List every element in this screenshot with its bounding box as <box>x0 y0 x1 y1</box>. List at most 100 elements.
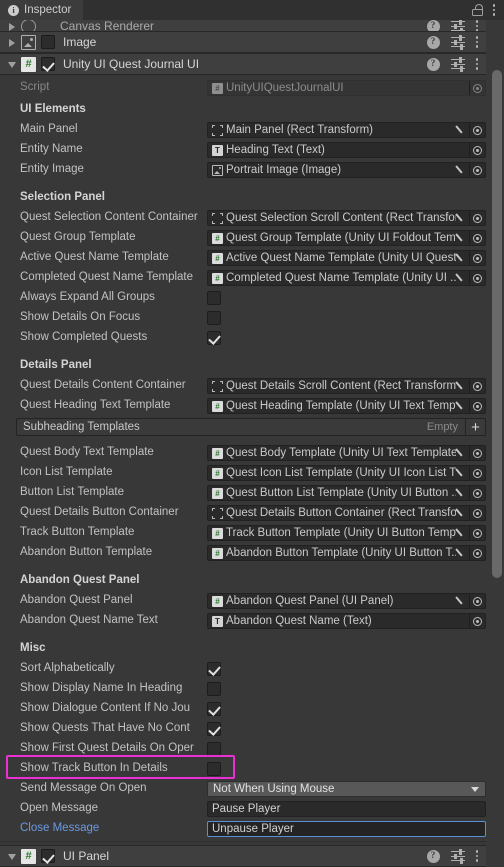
object-picker-icon[interactable] <box>469 546 485 560</box>
checkbox-show-quests-that-have-no-content[interactable] <box>207 722 221 736</box>
edit-pencil-icon[interactable] <box>456 164 468 176</box>
object-picker-icon[interactable] <box>469 399 485 413</box>
help-icon[interactable]: ? <box>426 849 440 863</box>
edit-pencil-icon[interactable] <box>456 124 468 136</box>
script-icon: # <box>212 272 223 284</box>
property-label: Show Display Name In Heading <box>20 682 183 694</box>
object-field-button-list-template[interactable]: # Quest Button List Template (Unity UI B… <box>207 485 486 501</box>
edit-pencil-icon[interactable] <box>456 400 468 412</box>
component-menu-icon[interactable] <box>475 58 478 70</box>
object-picker-icon[interactable] <box>469 466 485 480</box>
property-row-quest-body-text-template: Quest Body Text Template # Quest Body Te… <box>0 443 486 463</box>
dropdown-send-message-on-open[interactable]: Not When Using Mouse <box>207 781 486 797</box>
edit-pencil-icon[interactable] <box>456 212 468 224</box>
checkbox-show-track-button-in-details[interactable] <box>207 762 221 776</box>
object-field-quest-heading-text-template[interactable]: # Quest Heading Template (Unity UI Text … <box>207 398 486 414</box>
edit-pencil-icon[interactable] <box>456 380 468 392</box>
checkbox-show-first-quest-details-on-open[interactable] <box>207 742 221 756</box>
array-row-subheading-templates: Subheading Templates Empty + <box>0 416 486 438</box>
edit-pencil-icon[interactable] <box>456 507 468 519</box>
object-field-icon-list-template[interactable]: # Quest Icon List Template (Unity UI Ico… <box>207 465 486 481</box>
object-field-abandon-quest-name-text[interactable]: T Abandon Quest Name (Text) <box>207 613 486 629</box>
object-field-value: Heading Text (Text) <box>226 144 325 156</box>
object-picker-icon[interactable] <box>469 143 485 157</box>
foldout-arrow-icon[interactable] <box>6 850 19 863</box>
script-icon: # <box>212 595 223 607</box>
property-row-quest-details-button-container: Quest Details Button Container Quest Det… <box>0 503 486 523</box>
object-field-abandon-quest-panel[interactable]: # Abandon Quest Panel (UI Panel) <box>207 593 486 609</box>
object-picker-icon[interactable] <box>469 81 485 95</box>
object-picker-icon[interactable] <box>469 211 485 225</box>
edit-pencil-icon[interactable] <box>456 527 468 539</box>
object-field-quest-details-button-container[interactable]: Quest Details Button Container (Rect Tra… <box>207 505 486 521</box>
preset-icon[interactable] <box>450 35 465 50</box>
object-field-track-button-template[interactable]: # Track Button Template (Unity UI Button… <box>207 525 486 541</box>
component-header-unity-ui-quest-journal-ui[interactable]: # Unity UI Quest Journal UI ? <box>0 53 486 75</box>
edit-pencil-icon[interactable] <box>456 447 468 459</box>
object-field-active-quest-name-template[interactable]: # Active Quest Name Template (Unity UI Q… <box>207 250 486 266</box>
checkbox-show-display-name-in-heading[interactable] <box>207 682 221 696</box>
object-picker-icon[interactable] <box>469 379 485 393</box>
checkbox-sort-alphabetically[interactable] <box>207 662 221 676</box>
edit-pencil-icon[interactable] <box>456 595 468 607</box>
component-menu-icon[interactable] <box>475 36 478 48</box>
script-object-field[interactable]: # UnityUIQuestJournalUI <box>207 80 486 96</box>
text-input-close-message[interactable]: Unpause Player <box>207 821 486 837</box>
object-field-completed-quest-name-template[interactable]: # Completed Quest Name Template (Unity U… <box>207 270 486 286</box>
object-field-entity-name[interactable]: T Heading Text (Text) <box>207 142 486 158</box>
object-picker-icon[interactable] <box>469 446 485 460</box>
edit-pencil-icon[interactable] <box>456 547 468 559</box>
edit-pencil-icon[interactable] <box>456 232 468 244</box>
component-enabled-checkbox[interactable] <box>41 35 55 49</box>
tab-inspector[interactable]: i Inspector <box>0 0 84 20</box>
object-picker-icon[interactable] <box>469 231 485 245</box>
object-picker-icon[interactable] <box>469 486 485 500</box>
object-picker-icon[interactable] <box>469 614 485 628</box>
checkbox-show-completed-quests[interactable] <box>207 331 221 345</box>
checkbox-show-dialogue-content-if-no-journal[interactable] <box>207 702 221 716</box>
image-icon <box>212 164 223 176</box>
scroll-up-arrow-icon[interactable] <box>493 33 501 38</box>
preset-icon[interactable] <box>450 849 465 864</box>
object-field-value: Quest Body Template (Unity UI Text Templ… <box>226 447 456 459</box>
checkbox-always-expand-all-groups[interactable] <box>207 291 221 305</box>
help-icon[interactable]: ? <box>426 35 440 49</box>
object-picker-icon[interactable] <box>469 594 485 608</box>
property-label: Icon List Template <box>20 466 113 478</box>
array-foldout-subheading-templates[interactable]: Subheading Templates Empty + <box>16 418 486 436</box>
kebab-menu-icon[interactable] <box>492 4 495 16</box>
object-picker-icon[interactable] <box>469 123 485 137</box>
edit-pencil-icon[interactable] <box>456 252 468 264</box>
object-field-quest-body-text-template[interactable]: # Quest Body Template (Unity UI Text Tem… <box>207 445 486 461</box>
object-picker-icon[interactable] <box>469 526 485 540</box>
edit-pencil-icon[interactable] <box>456 487 468 499</box>
object-picker-icon[interactable] <box>469 271 485 285</box>
dropdown-value: Not When Using Mouse <box>213 783 335 795</box>
component-enabled-checkbox[interactable] <box>41 57 55 71</box>
edit-pencil-icon[interactable] <box>456 272 468 284</box>
component-header-image[interactable]: Image ? <box>0 31 486 53</box>
object-field-abandon-button-template[interactable]: # Abandon Button Template (Unity UI Butt… <box>207 545 486 561</box>
checkbox-show-details-on-focus[interactable] <box>207 311 221 325</box>
object-field-quest-details-content-container[interactable]: Quest Details Scroll Content (Rect Trans… <box>207 378 486 394</box>
text-input-open-message[interactable]: Pause Player <box>207 801 486 817</box>
object-field-value: Track Button Template (Unity UI Button T… <box>226 527 456 539</box>
component-header-ui-panel[interactable]: # UI Panel ? <box>0 845 486 867</box>
vertical-scrollbar-thumb[interactable] <box>492 70 502 578</box>
foldout-arrow-icon[interactable] <box>6 58 19 71</box>
foldout-arrow-icon[interactable] <box>6 36 19 49</box>
object-field-entity-image[interactable]: Portrait Image (Image) <box>207 162 486 178</box>
help-icon[interactable]: ? <box>426 57 440 71</box>
preset-icon[interactable] <box>450 57 465 72</box>
object-picker-icon[interactable] <box>469 251 485 265</box>
object-field-quest-group-template[interactable]: # Quest Group Template (Unity UI Foldout… <box>207 230 486 246</box>
lock-open-icon[interactable] <box>471 4 483 16</box>
array-add-button[interactable]: + <box>465 419 485 435</box>
object-field-quest-selection-content-container[interactable]: Quest Selection Scroll Content (Rect Tra… <box>207 210 486 226</box>
object-field-main-panel[interactable]: Main Panel (Rect Transform) <box>207 122 486 138</box>
component-menu-icon[interactable] <box>475 850 478 862</box>
component-enabled-checkbox[interactable] <box>41 849 55 863</box>
edit-pencil-icon[interactable] <box>456 467 468 479</box>
object-picker-icon[interactable] <box>469 163 485 177</box>
object-picker-icon[interactable] <box>469 506 485 520</box>
